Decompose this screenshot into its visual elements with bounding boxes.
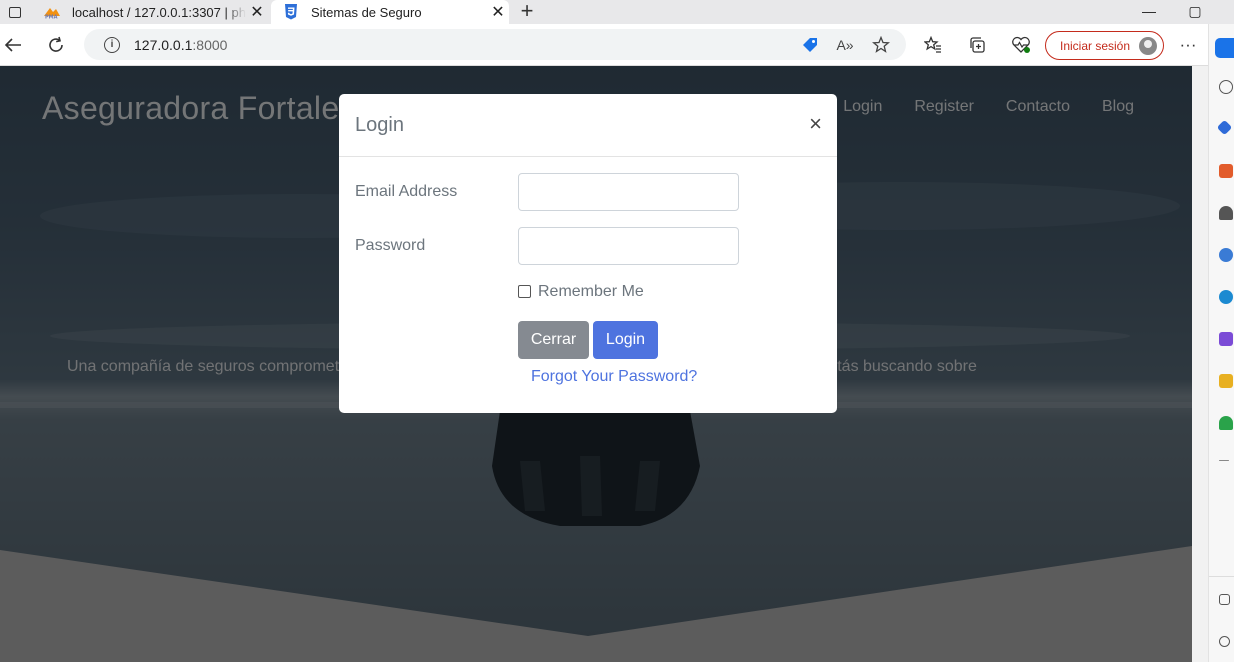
search-icon[interactable] [1219, 80, 1233, 94]
login-submit-button[interactable]: Login [593, 321, 658, 359]
email-field[interactable] [518, 173, 739, 211]
outlook-icon[interactable] [1219, 290, 1233, 304]
remember-me-checkbox[interactable] [518, 285, 531, 298]
address-bar[interactable]: i 127.0.0.1:8000 A» [84, 29, 906, 60]
sidebar-divider [1209, 576, 1234, 577]
discover-icon[interactable] [1216, 119, 1233, 136]
edge-sidebar [1208, 24, 1234, 662]
tab-bar: PMA localhost / 127.0.0.1:3307 | phpMyAd… [0, 0, 1234, 24]
cerrar-button[interactable]: Cerrar [518, 321, 589, 359]
add-favorite-icon[interactable] [869, 33, 893, 57]
favorites-icon [924, 36, 941, 53]
css3-icon [281, 4, 301, 20]
tools-icon[interactable] [1219, 248, 1233, 262]
refresh-button[interactable] [43, 32, 69, 58]
office-icon[interactable] [1219, 332, 1233, 346]
modal-title: Login [355, 114, 404, 136]
collections-icon [970, 37, 985, 53]
address-url: 127.0.0.1:8000 [134, 36, 228, 53]
tab-close-icon[interactable]: ✕ [487, 2, 509, 22]
read-aloud-icon[interactable]: A» [833, 33, 857, 57]
tab-actions-button[interactable] [0, 0, 30, 24]
back-arrow-icon [4, 38, 21, 52]
remember-me-label[interactable]: Remember Me [538, 283, 644, 301]
maximize-button[interactable]: ▢ [1172, 0, 1218, 24]
tab-phpmyadmin[interactable]: PMA localhost / 127.0.0.1:3307 | phpMyAd… [32, 0, 268, 24]
password-label: Password [355, 237, 426, 254]
refresh-icon [49, 36, 63, 52]
modal-close-icon[interactable]: × [809, 111, 822, 137]
collections-button[interactable] [964, 32, 990, 58]
browser-essentials-button[interactable] [1008, 32, 1034, 58]
modal-header: Login × [339, 94, 837, 157]
tab-title: localhost / 127.0.0.1:3307 | phpMyAdmin [72, 4, 246, 20]
minimize-button[interactable]: — [1126, 0, 1172, 24]
phpmyadmin-icon: PMA [42, 4, 62, 20]
more-options-button[interactable]: ··· [1175, 32, 1201, 58]
tab-title: Sitemas de Seguro [311, 4, 422, 20]
add-sidebar-app-icon[interactable] [1219, 460, 1229, 461]
email-label: Email Address [355, 183, 458, 200]
forgot-password-link[interactable]: Forgot Your Password? [531, 368, 697, 386]
login-modal: Login × Email Address Password Remember … [339, 94, 837, 413]
shopping-icon[interactable] [1219, 164, 1233, 178]
back-button[interactable] [0, 32, 26, 58]
games-icon[interactable] [1219, 206, 1233, 220]
sidebar-settings-icon[interactable] [1219, 636, 1230, 647]
browser-toolbar: i 127.0.0.1:8000 A» Iniciar sesión ··· [0, 24, 1234, 66]
favorites-button[interactable] [920, 32, 946, 58]
new-tab-button[interactable]: + [514, 0, 540, 24]
sign-in-label: Iniciar sesión [1060, 38, 1131, 53]
tab-sitemas-de-seguro[interactable]: Sitemas de Seguro ✕ [271, 0, 509, 24]
tab-close-icon[interactable]: ✕ [246, 2, 268, 22]
svg-text:PMA: PMA [45, 15, 58, 20]
tab-actions-icon [9, 6, 21, 18]
site-info-icon[interactable]: i [104, 36, 120, 53]
password-field[interactable] [518, 227, 739, 265]
sidebar-split-icon[interactable] [1219, 594, 1230, 605]
drop-icon[interactable] [1219, 374, 1233, 388]
profile-avatar-icon [1139, 37, 1157, 55]
copilot-icon[interactable] [1215, 38, 1234, 58]
tree-icon[interactable] [1219, 416, 1233, 430]
coupon-tag-icon[interactable] [798, 33, 822, 57]
page-scrollbar[interactable] [1192, 66, 1208, 662]
sign-in-button[interactable]: Iniciar sesión [1045, 31, 1164, 60]
page-viewport: Aseguradora Fortaleza Login Register Con… [0, 66, 1192, 662]
heart-pulse-icon [1012, 36, 1030, 53]
